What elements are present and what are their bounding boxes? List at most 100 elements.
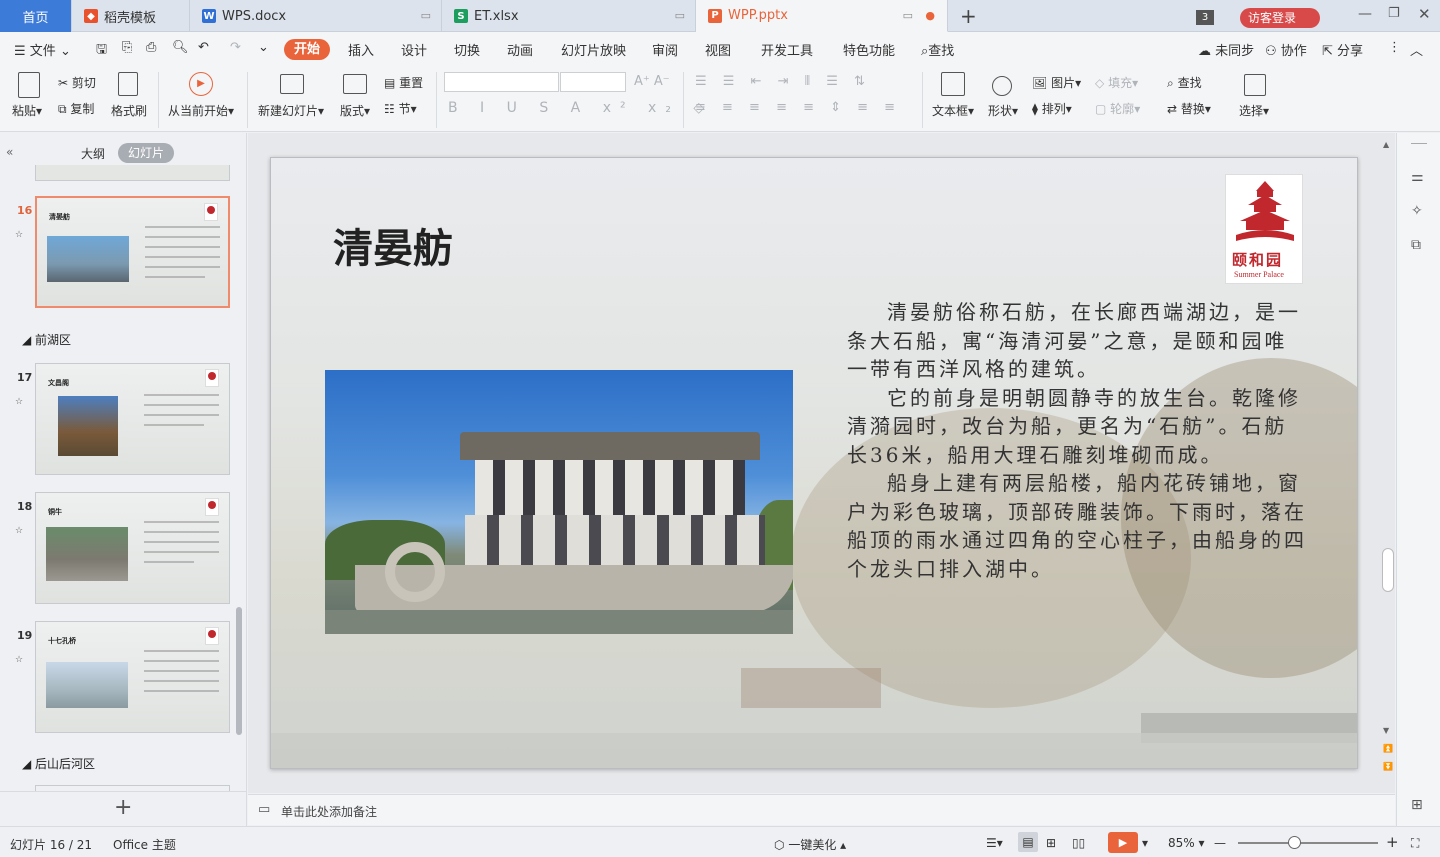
play-dropdown-icon[interactable]: ▾ xyxy=(1142,836,1148,850)
screen-icon[interactable]: ▭ xyxy=(675,9,685,22)
minimize-button[interactable]: — xyxy=(1358,6,1372,22)
fit-window-icon[interactable]: ⛶ xyxy=(1411,836,1419,851)
font-size-select[interactable] xyxy=(560,72,626,92)
tab-template[interactable]: ◆ 稻壳模板 xyxy=(72,0,190,32)
collab-button[interactable]: ⚇ 协作 xyxy=(1265,40,1307,59)
slide-body-text[interactable]: 清晏舫俗称石舫，在长廊西端湖边，是一条大石船，寓“海清河晏”之意，是颐和园唯一带… xyxy=(847,298,1307,583)
login-button[interactable]: 访客登录 xyxy=(1240,8,1320,28)
tab-xls[interactable]: S ET.xlsx ▭ xyxy=(442,0,696,32)
section-header[interactable]: ◢ 后山后河区 xyxy=(22,755,95,772)
slides-tab[interactable]: 幻灯片 xyxy=(118,143,174,163)
stone-boat-photo[interactable] xyxy=(325,370,793,634)
format-painter-icon[interactable] xyxy=(118,72,138,96)
sync-status[interactable]: ☁ 未同步 xyxy=(1198,40,1254,59)
zoom-slider-thumb[interactable] xyxy=(1288,836,1301,849)
arrange-button[interactable]: ⧫ 排列▾ xyxy=(1032,100,1072,117)
replace-button[interactable]: ⇄ 替换▾ xyxy=(1167,100,1211,117)
slide-thumbnail-17[interactable]: 文昌阁 xyxy=(35,363,230,475)
scroll-down-icon[interactable]: ▼ xyxy=(1383,726,1389,735)
outline-tab[interactable]: 大纲 xyxy=(81,145,105,162)
slide-thumbnail-16[interactable]: 清晏舫 xyxy=(35,196,230,308)
find-button[interactable]: ⌕ 查找 xyxy=(1167,74,1202,91)
collapse-ribbon-icon[interactable]: ︿ xyxy=(1410,40,1423,59)
list-icons[interactable]: ☰ ☰ ⇤ ⇥ ⫴ ☰ ⇅ xyxy=(695,74,871,89)
save-icon[interactable]: 🖫 xyxy=(96,40,107,62)
tab-home[interactable]: 首页 xyxy=(0,0,72,32)
format-painter-button[interactable]: 格式刷 xyxy=(111,102,147,119)
zoom-slider-track[interactable] xyxy=(1238,842,1378,844)
shape-icon[interactable] xyxy=(992,76,1012,96)
menu-tab-view[interactable]: 视图 xyxy=(705,40,731,59)
screen-icon[interactable]: ▭ xyxy=(421,9,431,22)
print-icon[interactable]: ⎙ xyxy=(146,40,156,55)
new-tab-button[interactable]: + xyxy=(960,4,977,28)
picture-button[interactable]: 🖼︎ 图片▾ xyxy=(1032,74,1081,91)
next-slide-icon[interactable]: ⏬ xyxy=(1383,762,1393,771)
play-icon[interactable]: ▶ xyxy=(189,72,213,96)
menu-tab-slideshow[interactable]: 幻灯片放映 xyxy=(561,40,626,59)
zoom-in-icon[interactable]: + xyxy=(1386,833,1399,851)
undo-icon[interactable]: ↶ xyxy=(198,40,209,55)
textbox-icon[interactable] xyxy=(941,72,965,96)
grow-font-icon[interactable]: A⁺ A⁻ xyxy=(634,74,670,89)
font-style-icons[interactable]: B I U S A x² x₂ ◇ xyxy=(448,100,713,116)
restore-button[interactable]: ❐ xyxy=(1388,6,1400,21)
panel-scrollbar[interactable] xyxy=(236,607,242,735)
new-slide-button[interactable]: 新建幻灯片▾ xyxy=(258,102,324,119)
font-family-select[interactable] xyxy=(444,72,559,92)
layout-icon[interactable] xyxy=(343,74,367,94)
grid-icon[interactable]: ⊞ xyxy=(1411,797,1423,813)
zoom-out-icon[interactable]: — xyxy=(1214,836,1226,850)
zoom-level[interactable]: 85% ▾ xyxy=(1168,836,1205,850)
tab-doc[interactable]: W WPS.docx ▭ xyxy=(190,0,442,32)
reset-button[interactable]: ▤ 重置 xyxy=(384,74,423,91)
tab-count-badge[interactable]: 3 xyxy=(1196,10,1214,25)
paste-icon[interactable] xyxy=(18,72,40,98)
file-menu[interactable]: ☰ 文件 ⌄ xyxy=(14,40,71,59)
slide-title[interactable]: 清晏舫 xyxy=(333,216,453,274)
menu-tab-features[interactable]: 特色功能 xyxy=(843,40,895,59)
notes-pane[interactable]: ▭ 单击此处添加备注 xyxy=(248,794,1395,825)
menu-tab-review[interactable]: 审阅 xyxy=(652,40,678,59)
canvas-scrollbar[interactable]: ▲ ▼ ⏫ ⏬ xyxy=(1380,136,1394,776)
copy-panel-icon[interactable]: ⧉ xyxy=(1411,237,1421,253)
sorter-view-icon[interactable]: ⊞ xyxy=(1046,836,1056,850)
copy-button[interactable]: ⧉ 复制 xyxy=(58,100,94,117)
new-slide-icon[interactable] xyxy=(280,74,304,94)
magic-icon[interactable]: ✧ xyxy=(1411,203,1423,219)
menu-tab-developer[interactable]: 开发工具 xyxy=(761,40,813,59)
shape-button[interactable]: 形状▾ xyxy=(988,102,1018,119)
menu-tab-insert[interactable]: 插入 xyxy=(348,40,374,59)
reading-view-icon[interactable]: ▯▯ xyxy=(1072,836,1085,850)
fill-button[interactable]: ◇ 填充▾ xyxy=(1095,74,1138,91)
share-button[interactable]: ⇱ 分享 xyxy=(1322,40,1363,59)
select-button[interactable]: 选择▾ xyxy=(1239,102,1269,119)
notes-toggle-icon[interactable]: ☰▾ xyxy=(986,836,1003,850)
collapse-panel-icon[interactable]: « xyxy=(6,145,13,159)
section-button[interactable]: ☷ 节▾ xyxy=(384,100,417,117)
menu-tab-home[interactable]: 开始 xyxy=(284,39,330,60)
play-slideshow-button[interactable]: ▶ xyxy=(1108,832,1138,853)
scroll-thumb[interactable] xyxy=(1382,548,1394,592)
slide-thumbnail-18[interactable]: 铜牛 xyxy=(35,492,230,604)
prev-slide-icon[interactable]: ⏫ xyxy=(1383,744,1393,753)
tab-ppt[interactable]: P WPP.pptx ▭ ● xyxy=(696,0,948,32)
properties-icon[interactable]: ⚌ xyxy=(1411,169,1424,185)
add-slide-button[interactable]: + xyxy=(114,795,132,820)
select-icon[interactable] xyxy=(1244,74,1266,96)
export-icon[interactable]: ⎘ xyxy=(122,40,132,55)
customize-icon[interactable]: ⌄ xyxy=(258,40,269,55)
cut-button[interactable]: ✂ 剪切 xyxy=(58,74,96,91)
scroll-up-icon[interactable]: ▲ xyxy=(1383,140,1389,149)
layout-button[interactable]: 版式▾ xyxy=(340,102,370,119)
textbox-button[interactable]: 文本框▾ xyxy=(932,102,974,119)
beautify-button[interactable]: ⬡ 一键美化 ▴ xyxy=(774,836,846,853)
section-header[interactable]: ◢ 前湖区 xyxy=(22,331,71,348)
paste-button[interactable]: 粘贴▾ xyxy=(12,102,42,119)
close-button[interactable]: ✕ xyxy=(1418,5,1431,23)
menu-tab-animation[interactable]: 动画 xyxy=(507,40,533,59)
normal-view-icon[interactable]: ▤ xyxy=(1018,832,1038,852)
outline-button[interactable]: ▢ 轮廓▾ xyxy=(1095,100,1140,117)
redo-icon[interactable]: ↷ xyxy=(230,40,241,55)
search-menu[interactable]: ⌕查找 xyxy=(921,40,954,59)
